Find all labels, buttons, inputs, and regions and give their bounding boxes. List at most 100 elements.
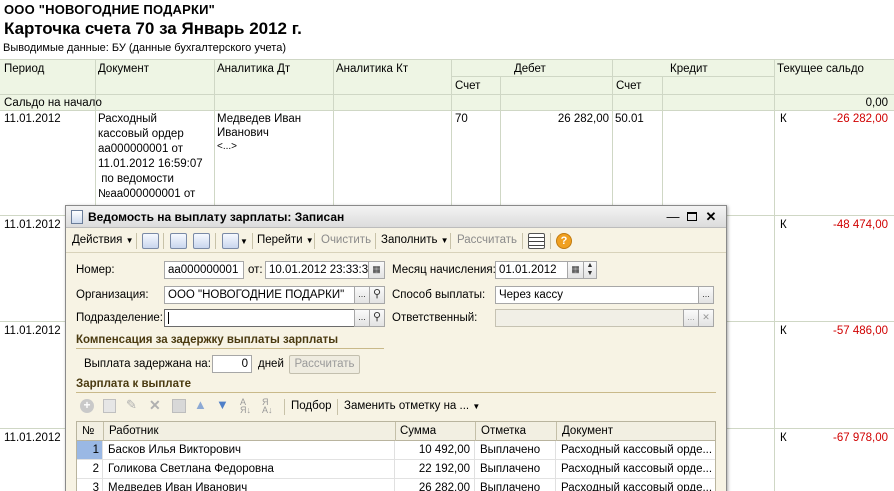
dialog-title: Ведомость на выплату зарплаты: Записан	[88, 210, 345, 224]
row-document: Расходный кассовый орде...	[561, 463, 713, 475]
select-ellipsis-icon[interactable]: ...	[354, 286, 370, 304]
search-icon[interactable]: ⚲	[369, 286, 385, 304]
col-balance: Текущее сальдо	[777, 63, 864, 75]
actions-menu[interactable]: Действия ▼	[72, 234, 134, 246]
minimize-icon[interactable]: —	[665, 209, 681, 225]
month-field[interactable]: 01.01.2012	[495, 261, 568, 279]
col-credit-account: Счет	[616, 80, 642, 92]
select-ellipsis-icon[interactable]: ...	[698, 286, 714, 304]
post-icon[interactable]	[193, 233, 210, 249]
row-document: Расходный кассовый орде...	[561, 444, 713, 456]
help-icon[interactable]: ?	[556, 233, 572, 249]
report-subtitle: Выводимые данные: БУ (данные бухгалтерск…	[3, 42, 286, 54]
calendar-icon[interactable]: ▦	[368, 261, 385, 279]
chevron-down-icon: ▼	[440, 236, 449, 245]
toolbar-separator	[215, 233, 216, 249]
table-row[interactable]: 1 Басков Илья Викторович 10 492,00 Выпла…	[76, 441, 716, 460]
responsible-label: Ответственный:	[392, 312, 478, 324]
row1-balance: -26 282,00	[833, 113, 888, 125]
delete-icon[interactable]: ✕	[149, 397, 161, 414]
spin-updown-icon[interactable]: ▲ ▼	[583, 261, 597, 279]
copy-row-icon[interactable]	[103, 399, 116, 413]
col-document[interactable]: Документ	[562, 425, 613, 437]
date-label: от:	[248, 264, 263, 276]
goto-label: Перейти	[257, 234, 303, 246]
row-mark: Выплачено	[480, 482, 541, 491]
organization-field[interactable]: ООО "НОВОГОДНИЕ ПОДАРКИ"	[164, 286, 355, 304]
end-edit-icon[interactable]	[172, 399, 186, 413]
opening-bottom-line	[0, 110, 894, 111]
compensation-calculate-button[interactable]: Рассчитать	[289, 355, 360, 374]
row1-document[interactable]: Расходный кассовый ордер аа000000001 от …	[98, 112, 203, 202]
row1-balance-type: К	[780, 113, 787, 125]
payroll-toolbar: + ✎ ✕ ▲ ▼ А Я↓ Я А↓ Подбор Заменить отметк…	[76, 397, 716, 417]
department-field[interactable]	[164, 309, 355, 327]
col-divider	[394, 441, 395, 491]
date-field[interactable]: 10.01.2012 23:33:34	[265, 261, 369, 279]
post-and-close-icon[interactable]	[142, 233, 159, 249]
month-label: Месяц начисления:	[392, 264, 496, 276]
col-divider	[475, 422, 476, 441]
row3-balance-type: К	[780, 325, 787, 337]
department-label: Подразделение:	[76, 312, 163, 324]
move-up-icon[interactable]: ▲	[194, 397, 207, 412]
fill-menu[interactable]: Заполнить ▼	[381, 234, 449, 246]
structure-icon[interactable]	[528, 233, 545, 249]
add-row-icon[interactable]: +	[80, 399, 94, 413]
col-divider	[103, 422, 104, 441]
save-icon[interactable]	[170, 233, 187, 249]
select-ellipsis-icon[interactable]: ...	[683, 309, 699, 327]
move-down-icon[interactable]: ▼	[216, 397, 229, 412]
col-num[interactable]: №	[82, 425, 94, 437]
row-amount: 26 282,00	[418, 482, 470, 491]
doc-line: по ведомости	[98, 173, 174, 185]
table-row[interactable]: 2 Голикова Светлана Федоровна 22 192,00 …	[76, 460, 716, 479]
delay-label: Выплата задержана на:	[84, 358, 211, 370]
selection-button[interactable]: Подбор	[291, 400, 332, 412]
calendar-icon[interactable]: ▦	[567, 261, 584, 279]
section-divider	[76, 348, 384, 349]
maximize-icon[interactable]	[684, 209, 700, 225]
responsible-field[interactable]	[495, 309, 684, 327]
col-employee[interactable]: Работник	[109, 425, 159, 437]
chevron-down-icon[interactable]: ▼	[240, 237, 248, 246]
analytics-line: Медведев Иван	[217, 113, 302, 125]
col-amount[interactable]: Сумма	[400, 425, 436, 437]
opening-balance-row	[0, 95, 894, 110]
table-right-border	[715, 441, 716, 491]
row1-credit-account: 50.01	[615, 113, 644, 125]
col-debit-account: Счет	[455, 80, 481, 92]
toolbar-separator	[375, 233, 376, 249]
clear-button[interactable]: Очистить	[321, 234, 371, 246]
replace-mark-label: Заменить отметку на ...	[344, 400, 470, 412]
number-field[interactable]: аа000000001	[164, 261, 244, 279]
payment-method-field[interactable]: Через кассу	[495, 286, 699, 304]
clear-icon[interactable]: ✕	[698, 309, 714, 327]
col-document: Документ	[98, 63, 150, 75]
toolbar-separator	[450, 233, 451, 249]
row4-date: 11.01.2012	[4, 432, 61, 444]
create-based-on-icon[interactable]	[222, 233, 239, 249]
dialog-titlebar[interactable]: Ведомость на выплату зарплаты: Записан —…	[66, 206, 726, 228]
calculate-button[interactable]: Рассчитать	[457, 234, 517, 246]
col-mark[interactable]: Отметка	[481, 425, 526, 437]
goto-menu[interactable]: Перейти ▼	[257, 234, 314, 246]
close-icon[interactable]: ✕	[703, 209, 719, 225]
replace-mark-menu[interactable]: Заменить отметку на ... ▼	[344, 400, 480, 412]
compensation-section-header: Компенсация за задержку выплаты зарплаты	[76, 334, 339, 346]
edit-icon[interactable]: ✎	[126, 397, 137, 413]
row-amount: 22 192,00	[418, 463, 470, 475]
toolbar-separator	[136, 233, 137, 249]
select-ellipsis-icon[interactable]: ...	[354, 309, 370, 327]
table-row[interactable]: 3 Медведев Иван Иванович 26 282,00 Выпла…	[76, 479, 716, 491]
col-credit: Кредит	[670, 63, 708, 75]
section-divider	[76, 392, 716, 393]
sort-asc-icon[interactable]: А Я↓	[240, 398, 251, 415]
row-num: 1	[92, 444, 99, 456]
sort-desc-icon[interactable]: Я А↓	[262, 398, 273, 415]
doc-line: аа000000001 от	[98, 143, 183, 155]
delay-days-field[interactable]: 0	[212, 355, 252, 373]
row1-debit-amount: 26 282,00	[557, 113, 609, 125]
col-divider	[556, 422, 557, 441]
search-icon[interactable]: ⚲	[369, 309, 385, 327]
